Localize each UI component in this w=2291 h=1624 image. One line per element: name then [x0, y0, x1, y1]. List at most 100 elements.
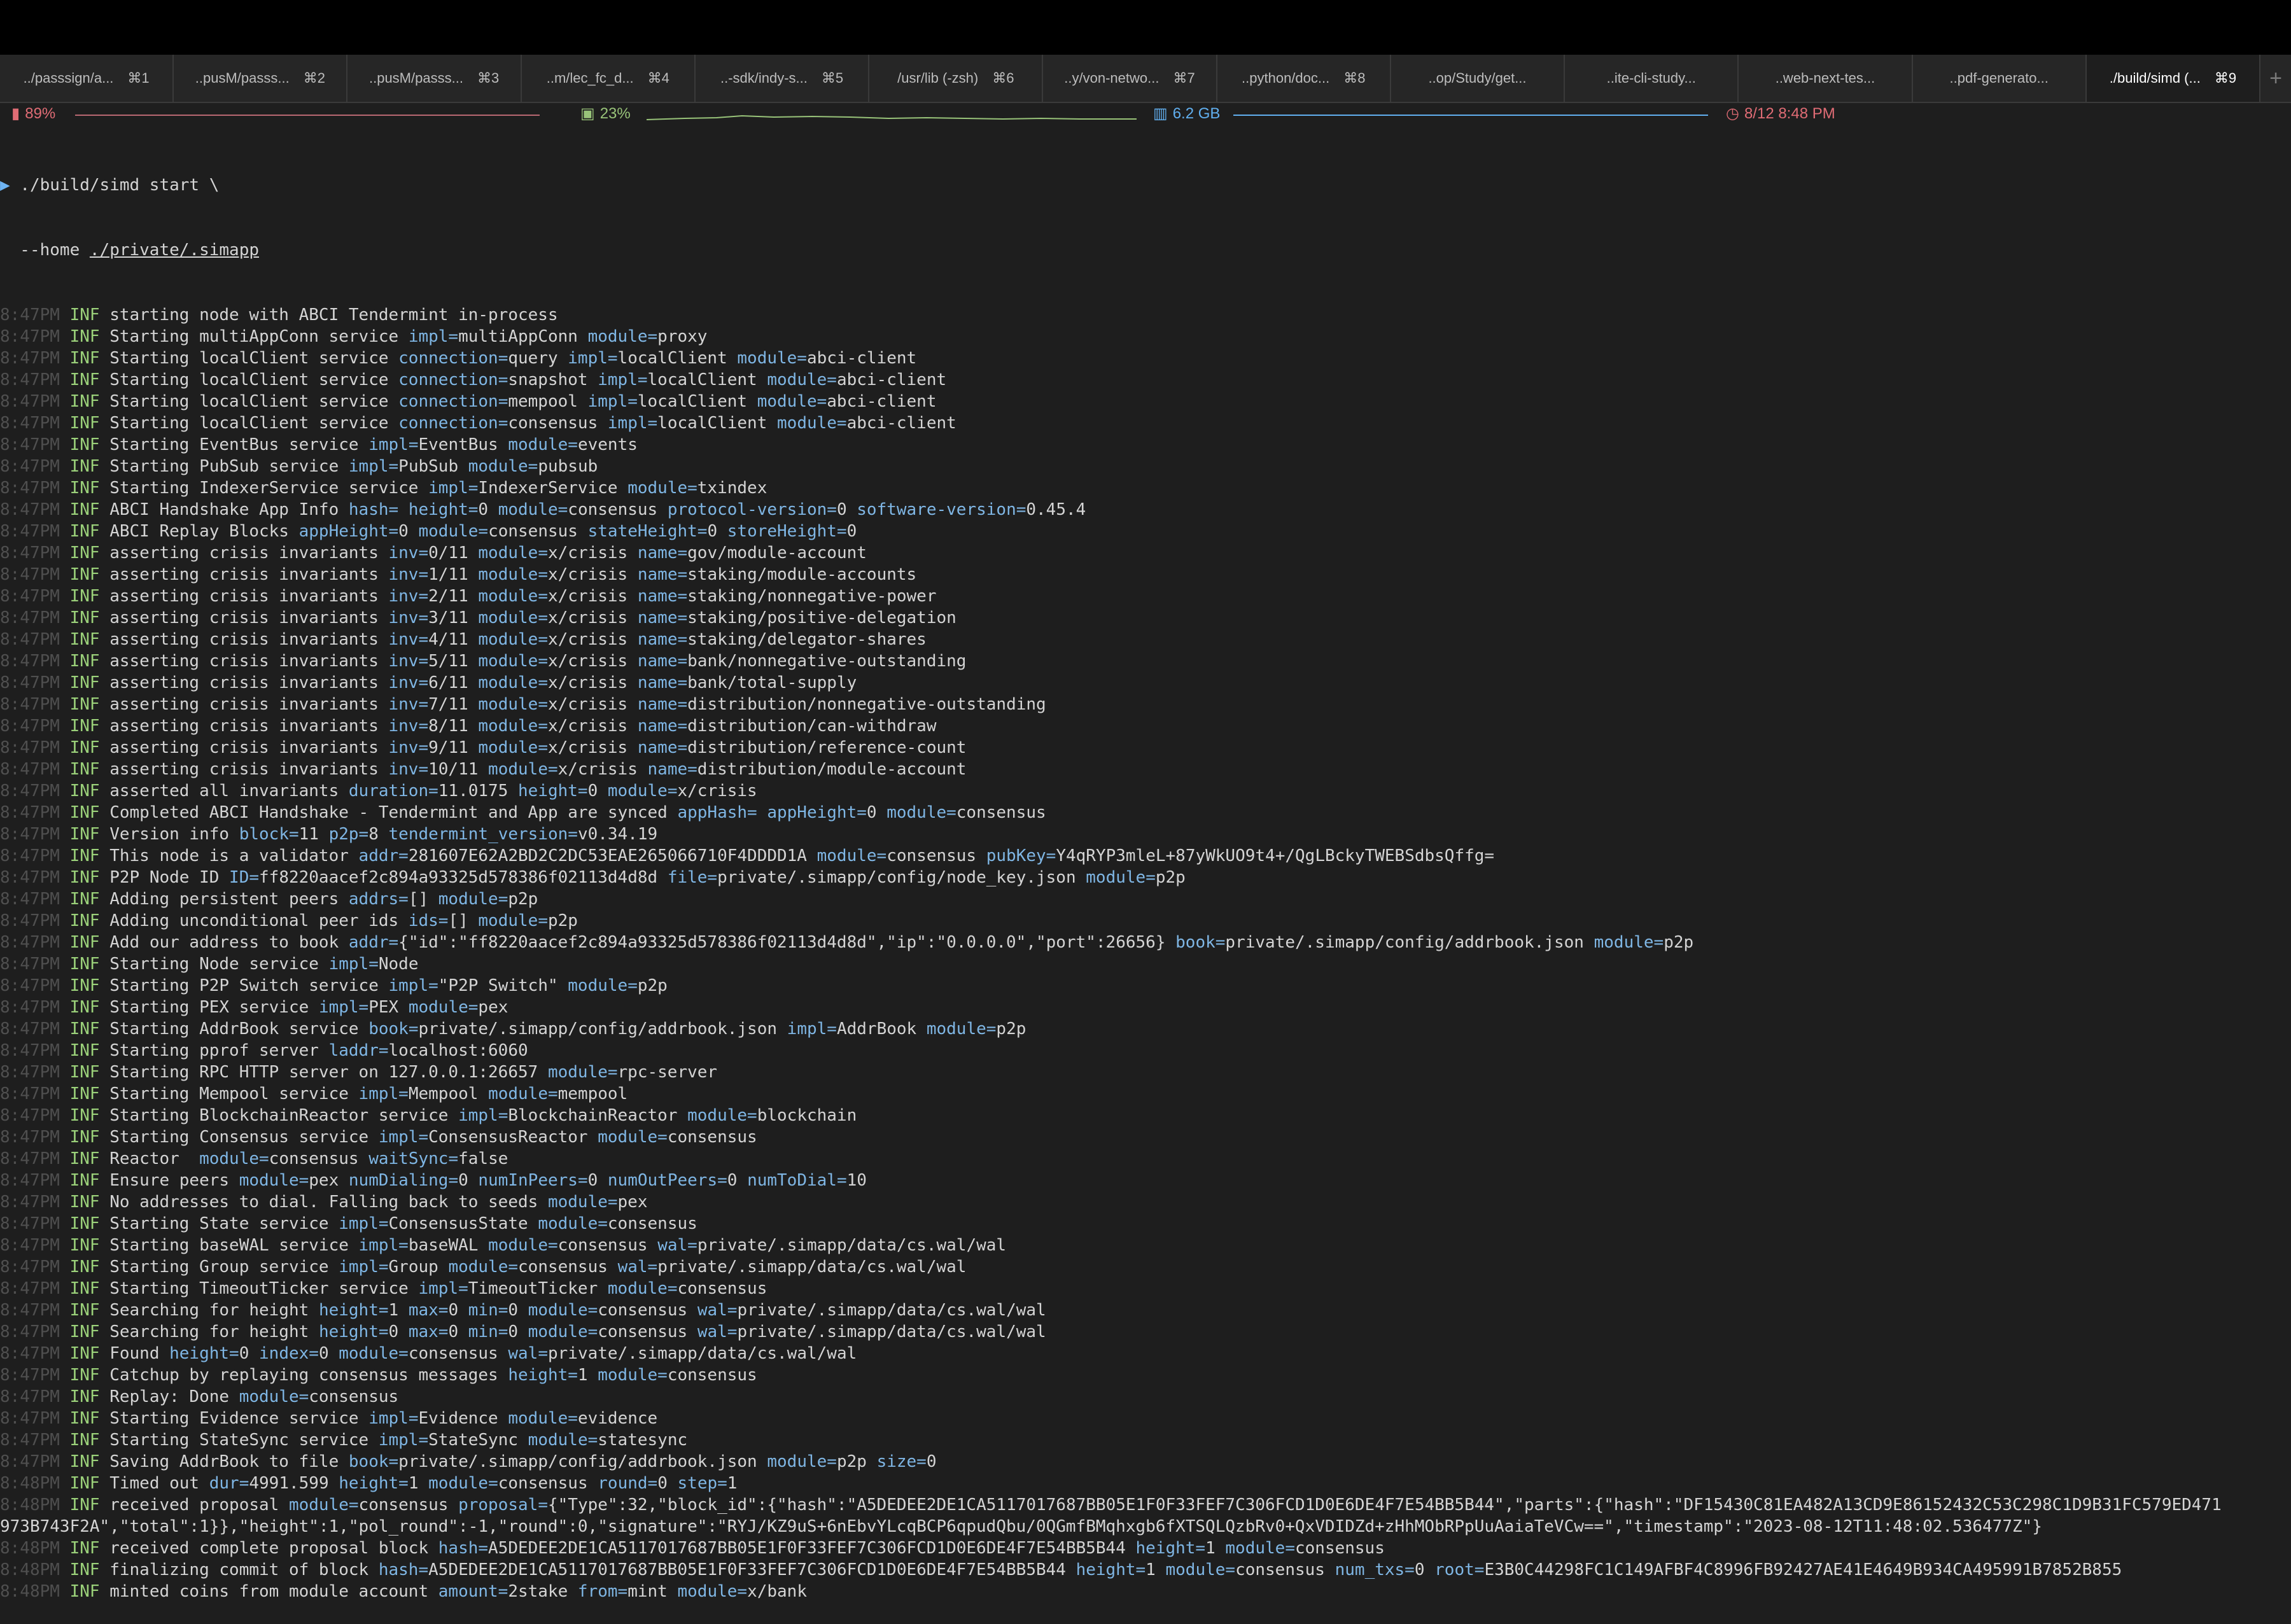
log-key: root= — [1434, 1560, 1485, 1579]
log-key: ids= — [408, 911, 449, 930]
log-line: 8:47PM INF ABCI Handshake App Info hash=… — [0, 499, 2291, 521]
log-key: impl= — [368, 435, 419, 454]
log-line: 8:47PM INF Add our address to book addr=… — [0, 932, 2291, 953]
tab-shortcut: ⌘2 — [303, 70, 325, 86]
log-text: Starting Evidence service — [109, 1409, 369, 1428]
log-text: private/.simapp/config/node_key.json — [717, 868, 1086, 887]
tab-11[interactable]: ..web-next-tes... — [1739, 55, 1913, 102]
log-timestamp: 8:47PM — [0, 846, 60, 865]
battery-status: ▮ 89% — [11, 104, 55, 123]
log-line: 8:47PM INF asserting crisis invariants i… — [0, 694, 2291, 715]
log-text: evidence — [577, 1409, 658, 1428]
tab-13[interactable]: ./build/simd (... ⌘9 — [2086, 55, 2261, 102]
log-timestamp: 8:47PM — [0, 1106, 60, 1125]
log-key: connection= — [398, 349, 508, 368]
log-timestamp: 8:47PM — [0, 522, 60, 541]
log-timestamp: 8:47PM — [0, 1409, 60, 1428]
tab-7[interactable]: ..y/von-netwo... ⌘7 — [1043, 55, 1217, 102]
log-text: 1 — [1146, 1560, 1166, 1579]
log-key: height= — [1135, 1539, 1206, 1558]
log-key: name= — [647, 760, 697, 779]
log-text: PubSub — [398, 457, 468, 476]
log-line: 8:47PM INF asserting crisis invariants i… — [0, 759, 2291, 780]
log-timestamp: 8:47PM — [0, 1214, 60, 1233]
log-key: index= — [259, 1344, 319, 1363]
log-line: 8:47PM INF Ensure peers module=pex numDi… — [0, 1170, 2291, 1191]
log-text: private/.simapp/data/cs.wal/wal — [697, 1236, 1007, 1255]
log-text: staking/positive-delegation — [687, 608, 956, 627]
log-text: Node — [378, 955, 419, 974]
log-key: module= — [528, 1431, 598, 1450]
log-text: Adding unconditional peer ids — [109, 911, 409, 930]
tab-label: ..pusM/passs... — [195, 70, 290, 86]
log-text: 281607E62A2BD2C2DC53EAE265066710F4DDDD1A — [408, 846, 817, 865]
log-timestamp: 8:47PM — [0, 370, 60, 389]
log-text: private/.simapp/data/cs.wal/wal — [657, 1257, 967, 1277]
log-level: INF — [69, 1019, 100, 1039]
log-text: 4991.599 — [249, 1474, 339, 1493]
log-timestamp: 8:47PM — [0, 305, 60, 325]
log-key: module= — [568, 976, 638, 995]
tab-2[interactable]: ..pusM/passs... ⌘2 — [174, 55, 348, 102]
log-text: Starting Group service — [109, 1257, 339, 1277]
tab-10[interactable]: ..ite-cli-study... — [1565, 55, 1739, 102]
log-text: pex — [617, 1193, 648, 1212]
log-text: Ensure peers — [109, 1171, 239, 1190]
log-timestamp: 8:47PM — [0, 349, 60, 368]
log-text: 1 — [388, 1301, 409, 1320]
tab-1[interactable]: ../passsign/a... ⌘1 — [0, 55, 174, 102]
tab-5[interactable]: ..-sdk/indy-s... ⌘5 — [696, 55, 870, 102]
log-key: appHash= — [677, 803, 757, 822]
log-text: Version info — [109, 825, 239, 844]
log-level: INF — [69, 846, 100, 865]
log-text: Starting P2P Switch service — [109, 976, 389, 995]
log-level: INF — [69, 1344, 100, 1363]
tab-4[interactable]: ..m/lec_fc_d... ⌘4 — [522, 55, 696, 102]
log-timestamp: 8:47PM — [0, 327, 60, 346]
clock-value: 8/12 8:48 PM — [1744, 104, 1835, 122]
log-key: name= — [637, 717, 688, 736]
log-key: name= — [637, 673, 688, 692]
new-tab-button[interactable]: + — [2260, 55, 2291, 102]
tab-3[interactable]: ..pusM/passs... ⌘3 — [347, 55, 522, 102]
log-line: 8:47PM INF Found height=0 index=0 module… — [0, 1343, 2291, 1364]
log-key: module= — [528, 1322, 598, 1341]
log-key: module= — [1086, 868, 1156, 887]
log-timestamp: 8:47PM — [0, 673, 60, 692]
log-text: staking/nonnegative-power — [687, 587, 937, 606]
log-text: 0 — [478, 500, 498, 519]
tab-6[interactable]: /usr/lib (-zsh) ⌘6 — [869, 55, 1044, 102]
log-key: appHeight= — [767, 803, 867, 822]
log-text: [] — [408, 890, 438, 909]
log-text: Mempool — [408, 1084, 489, 1103]
log-text: 0 — [846, 522, 857, 541]
log-text: Starting Node service — [109, 955, 329, 974]
log-text: consensus — [677, 1279, 767, 1298]
terminal-output[interactable]: ▶ ./build/simd start \ --home ./private/… — [0, 131, 2291, 1624]
log-text: BlockchainReactor — [508, 1106, 688, 1125]
status-bar: ▮ 89% ▣ 23% ▥ 6.2 GB ◷ 8/12 8:48 PM — [0, 102, 2291, 127]
log-key: module= — [547, 1063, 618, 1082]
tab-9[interactable]: ..op/Study/get... — [1391, 55, 1566, 102]
log-timestamp: 8:47PM — [0, 587, 60, 606]
log-timestamp: 8:47PM — [0, 1257, 60, 1277]
log-key: module= — [547, 1193, 618, 1212]
log-level: INF — [69, 565, 100, 584]
log-text: p2p — [508, 890, 538, 909]
log-text: p2p — [547, 911, 578, 930]
log-text: 1 — [577, 1366, 598, 1385]
log-key: module= — [767, 1452, 837, 1471]
log-key: height= — [508, 1366, 578, 1385]
cpu-icon: ▣ — [580, 105, 595, 122]
log-line: 8:47PM INF Adding unconditional peer ids… — [0, 910, 2291, 932]
log-text: 1 — [727, 1474, 738, 1493]
log-key: module= — [408, 998, 479, 1017]
tab-12[interactable]: ..pdf-generato... — [1913, 55, 2087, 102]
log-key: laddr= — [328, 1041, 389, 1060]
log-key: inv= — [388, 608, 429, 627]
log-text: private/.simapp/config/addrbook.json — [398, 1452, 767, 1471]
log-text: consensus — [408, 1344, 508, 1363]
log-text: Starting IndexerService service — [109, 479, 429, 498]
log-text: staking/delegator-shares — [687, 630, 927, 649]
tab-8[interactable]: ..python/doc... ⌘8 — [1217, 55, 1391, 102]
